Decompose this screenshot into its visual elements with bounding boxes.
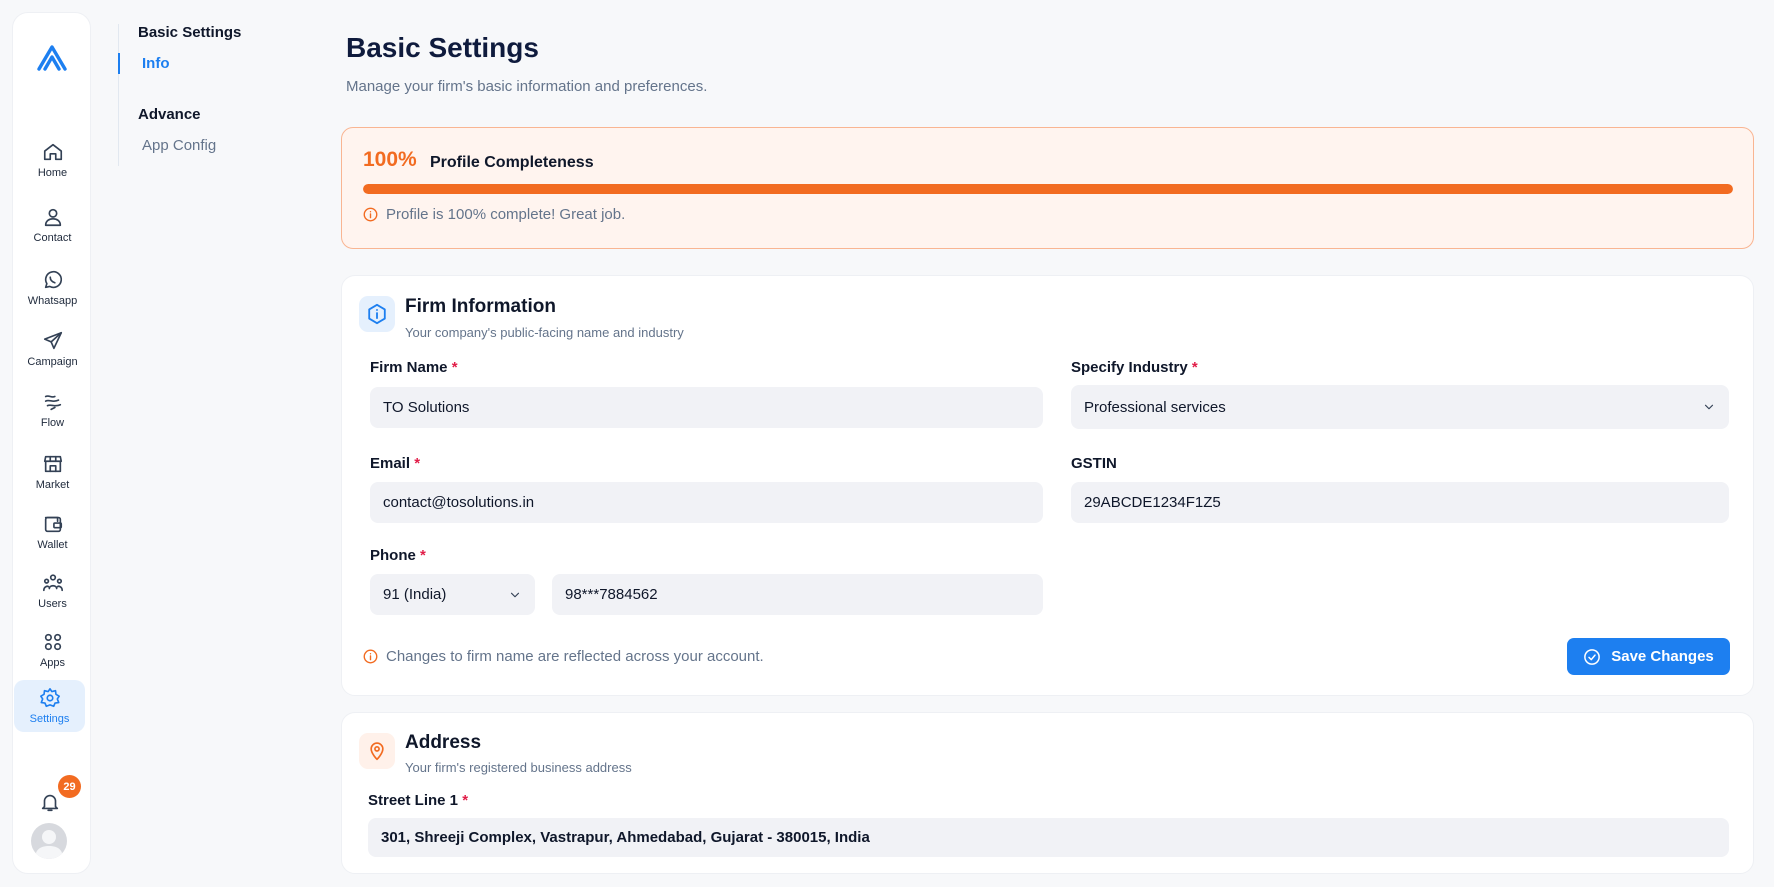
save-button-label: Save Changes (1611, 648, 1714, 665)
nav-label: Contact (33, 232, 72, 244)
nav-whatsapp[interactable]: Whatsapp (13, 262, 92, 314)
subnav-group-advance: Advance App Config (118, 90, 298, 166)
phone-number-value: 98***7884562 (565, 586, 658, 603)
street-line-1-label: Street Line 1 * (368, 792, 469, 809)
firm-hint-text: Changes to firm name are reflected acros… (386, 648, 764, 665)
subnav-group-title: Advance (138, 106, 201, 123)
address-card-title: Address (405, 732, 482, 753)
nav-label: Home (37, 167, 68, 179)
nav-campaign[interactable]: Campaign (13, 323, 92, 375)
gstin-value: 29ABCDE1234F1Z5 (1084, 494, 1221, 511)
nav-label: Market (35, 479, 70, 491)
nav-apps[interactable]: Apps (13, 624, 92, 676)
firm-name-hint: Changes to firm name are reflected acros… (363, 648, 764, 665)
email-field[interactable]: contact@tosolutions.in (370, 482, 1043, 523)
firm-information-card: Firm Information Your company's public-f… (341, 275, 1754, 696)
nav-label: Settings (29, 713, 70, 725)
chevron-down-icon (510, 592, 520, 597)
profile-note-text: Profile is 100% complete! Great job. (386, 206, 626, 223)
page-subtitle: Manage your firm's basic information and… (346, 78, 708, 95)
nav-market[interactable]: Market (13, 446, 92, 498)
firm-name-label: Firm Name * (370, 359, 458, 376)
bell-icon (41, 794, 59, 812)
phone-number-input[interactable]: 98***7884562 (552, 574, 1043, 615)
profile-percent: 100% (363, 148, 417, 171)
subnav-group-basic: Basic Settings Info (118, 24, 298, 90)
whatsapp-icon (44, 270, 62, 289)
phone-label: Phone * (370, 547, 426, 564)
wallet-icon (44, 516, 62, 533)
nav-label: Users (38, 598, 67, 610)
industry-value: Professional services (1084, 398, 1226, 416)
users-icon (42, 574, 63, 592)
info-icon (363, 207, 378, 222)
nav-settings[interactable]: Settings (14, 680, 85, 732)
profile-title: Profile Completeness (430, 154, 594, 171)
address-card: Address Your firm's registered business … (341, 712, 1754, 874)
nav-label: Flow (40, 417, 65, 429)
home-icon (43, 143, 62, 161)
info-icon (363, 649, 378, 664)
nav-label: Whatsapp (27, 295, 78, 307)
send-icon (43, 331, 62, 350)
street-line-1-input[interactable]: 301, Shreeji Complex, Vastrapur, Ahmedab… (368, 818, 1729, 857)
notification-badge: 29 (58, 775, 81, 798)
industry-label: Specify Industry * (1071, 359, 1198, 376)
subnav-item-info[interactable]: Info (118, 47, 298, 80)
profile-completeness-card: 100% Profile Completeness Profile is 100… (341, 127, 1754, 249)
profile-progress-fill (363, 184, 1733, 194)
subnav-group-title: Basic Settings (138, 24, 242, 41)
store-icon (43, 455, 62, 473)
firm-name-input[interactable]: TO Solutions (370, 387, 1043, 428)
address-card-subtitle: Your firm's registered business address (405, 760, 632, 775)
flow-icon (44, 395, 61, 411)
firm-card-subtitle: Your company's public-facing name and in… (405, 325, 684, 340)
email-label: Email * (370, 455, 421, 472)
email-value: contact@tosolutions.in (383, 494, 535, 511)
brand-logo-icon[interactable] (33, 43, 71, 73)
gstin-label: GSTIN (1071, 455, 1117, 472)
settings-icon (39, 688, 60, 708)
location-pin-icon (359, 733, 395, 769)
industry-select[interactable]: Professional services (1071, 385, 1729, 429)
gstin-field[interactable]: 29ABCDE1234F1Z5 (1071, 482, 1729, 523)
nav-flow[interactable]: Flow (13, 384, 92, 436)
chevron-down-icon (1704, 404, 1714, 410)
user-icon (44, 208, 61, 227)
settings-subnav: Basic Settings Info Advance App Config (118, 24, 298, 166)
profile-progress-bar (363, 184, 1733, 194)
icon-rail: Home Contact Whatsapp Campaign Flow Mark… (12, 12, 91, 874)
firm-card-title: Firm Information (405, 296, 556, 317)
save-changes-button[interactable]: Save Changes (1567, 638, 1730, 675)
phone-country-select[interactable]: 91 (India) (370, 574, 535, 615)
page-title: Basic Settings (346, 32, 539, 63)
nav-home[interactable]: Home (13, 134, 92, 186)
nav-label: Campaign (27, 356, 78, 368)
check-circle-icon (1584, 648, 1601, 665)
profile-note: Profile is 100% complete! Great job. (363, 206, 625, 223)
nav-wallet[interactable]: Wallet (13, 506, 92, 558)
avatar[interactable] (31, 823, 67, 859)
nav-label: Apps (39, 657, 66, 669)
nav-contact[interactable]: Contact (13, 199, 92, 251)
firm-info-icon (359, 296, 395, 332)
apps-icon (44, 633, 61, 651)
nav-label: Wallet (37, 539, 68, 551)
subnav-item-app-config[interactable]: App Config (119, 129, 298, 162)
firm-name-value: TO Solutions (383, 399, 470, 416)
phone-code-value: 91 (India) (383, 586, 447, 603)
street-line-1-value: 301, Shreeji Complex, Vastrapur, Ahmedab… (381, 829, 870, 846)
nav-users[interactable]: Users (13, 565, 92, 617)
